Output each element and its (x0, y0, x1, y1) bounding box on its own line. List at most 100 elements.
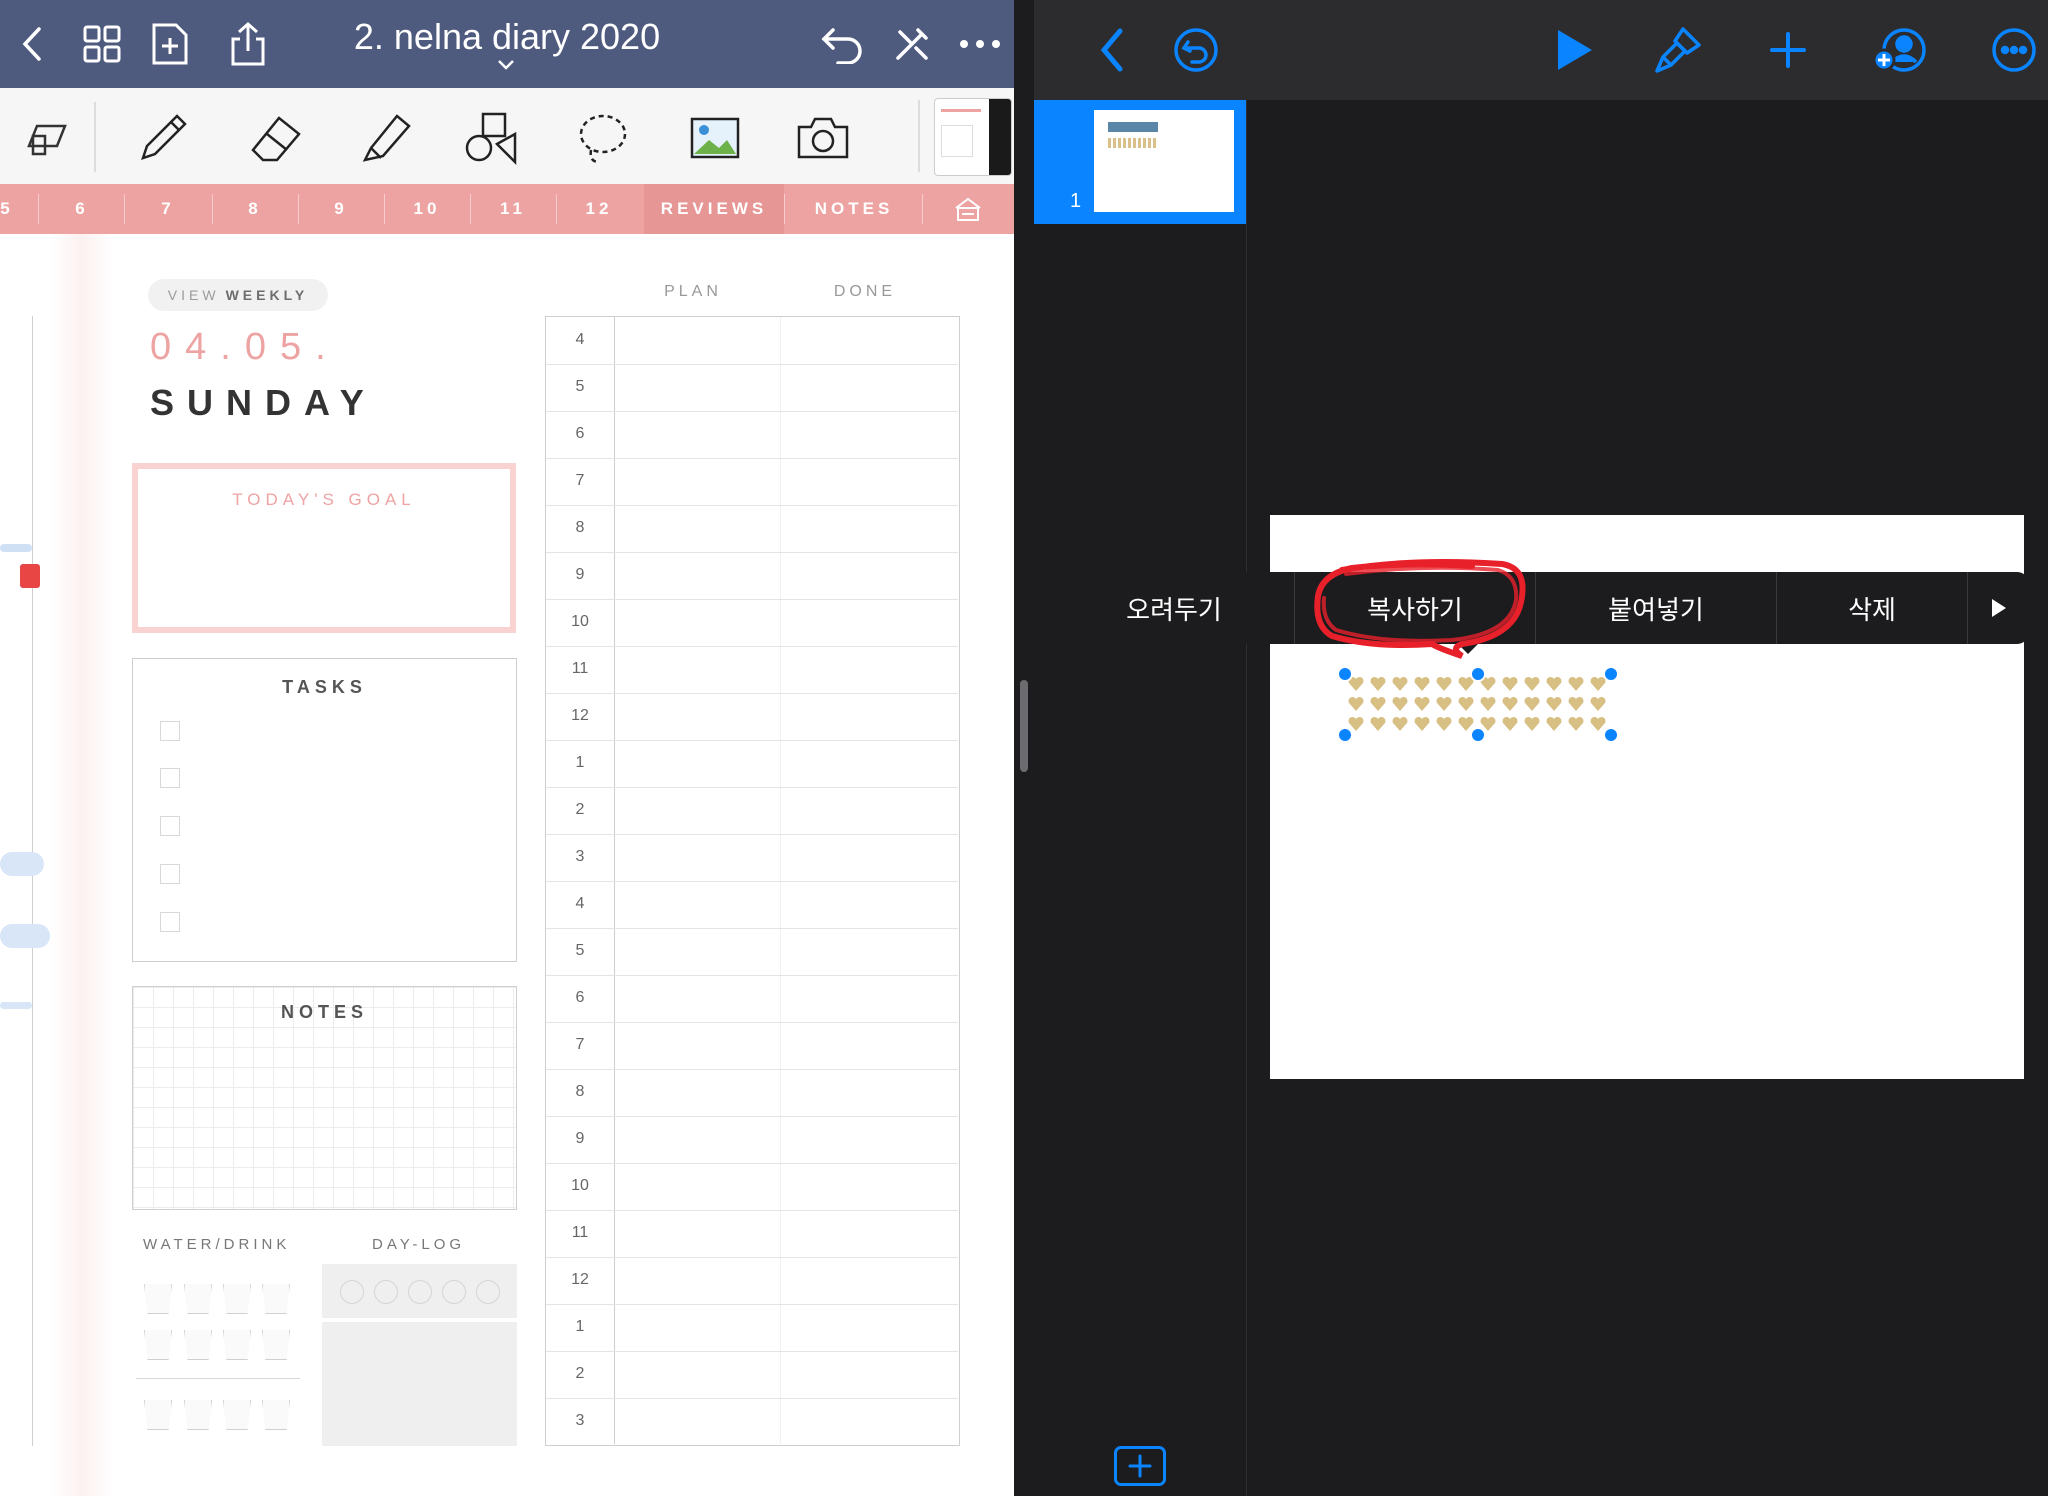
water-cup[interactable] (262, 1330, 290, 1360)
home-tab-icon[interactable] (924, 184, 1012, 234)
selection-handle[interactable] (1470, 727, 1486, 743)
tab-reviews[interactable]: REVIEWS (644, 184, 784, 234)
read-only-mode-icon[interactable] (16, 108, 78, 168)
slide-thumbnail[interactable] (1094, 110, 1234, 212)
mood-face-icon[interactable] (340, 1280, 364, 1304)
title-chevron-down-icon[interactable] (496, 58, 516, 72)
water-cup[interactable] (144, 1330, 172, 1360)
mood-face-icon[interactable] (374, 1280, 398, 1304)
mood-face-icon[interactable] (442, 1280, 466, 1304)
split-view-handle[interactable] (1020, 680, 1028, 772)
hour-label: 1 (575, 754, 585, 771)
menu-item-delete[interactable]: 삭제 (1777, 572, 1967, 644)
hour-label: 3 (575, 1412, 585, 1429)
task-checkbox[interactable] (160, 768, 180, 788)
menu-item-cut[interactable]: 오려두기 (1054, 572, 1294, 644)
task-checkbox[interactable] (160, 912, 180, 932)
collaborate-icon[interactable] (1868, 18, 1932, 82)
selection-handle[interactable] (1337, 666, 1353, 682)
grid-view-icon[interactable] (72, 14, 132, 74)
todays-goal-box[interactable] (132, 463, 516, 633)
water-cup[interactable] (144, 1284, 172, 1314)
tab-notes[interactable]: NOTES (786, 184, 922, 234)
hour-label: 11 (571, 660, 589, 677)
hour-label: 9 (575, 566, 585, 583)
task-checkbox[interactable] (160, 864, 180, 884)
lasso-tool-icon[interactable] (572, 108, 634, 168)
red-highlight-scribble (1314, 559, 1526, 659)
view-weekly-pill[interactable]: VIEW WEEKLY (148, 279, 328, 311)
tab-month-11[interactable]: 11 (470, 184, 556, 234)
water-cup[interactable] (184, 1330, 212, 1360)
selection-handle[interactable] (1603, 727, 1619, 743)
highlighter-tool-icon[interactable] (354, 108, 416, 168)
tab-month-10[interactable]: 10 (384, 184, 470, 234)
view-pill-weekly: WEEKLY (225, 287, 309, 303)
image-tool-icon[interactable] (684, 108, 746, 168)
hour-label: 3 (575, 848, 585, 865)
edit-context-menu: 오려두기 복사하기 붙여넣기 삭제 (1054, 572, 2029, 644)
day-log-title: DAY-LOG (372, 1236, 466, 1253)
more-circle-icon[interactable] (1982, 18, 2046, 82)
tab-month-5[interactable]: 5 (0, 184, 22, 234)
undo-circle-icon[interactable] (1164, 18, 1228, 82)
toolbar-divider (94, 102, 96, 172)
tab-month-9[interactable]: 9 (298, 184, 384, 234)
menu-item-paste[interactable]: 붙여넣기 (1536, 572, 1776, 644)
back-chevron-icon[interactable] (2, 14, 62, 74)
hour-label: 12 (571, 707, 589, 724)
more-icon[interactable] (950, 14, 1010, 74)
add-slide-button[interactable] (1114, 1446, 1166, 1486)
slide-navigator (1034, 100, 1247, 1496)
done-column-header: DONE (833, 283, 897, 300)
page-thumbnail-preview[interactable] (934, 98, 1012, 176)
tab-month-8[interactable]: 8 (212, 184, 298, 234)
hour-row-divider (546, 928, 958, 929)
eraser-tool-icon[interactable] (244, 108, 306, 168)
water-cup[interactable] (223, 1400, 251, 1430)
mood-face-icon[interactable] (408, 1280, 432, 1304)
water-cup[interactable] (223, 1330, 251, 1360)
water-cup[interactable] (184, 1284, 212, 1314)
water-cup[interactable] (262, 1400, 290, 1430)
selection-handle[interactable] (1470, 666, 1486, 682)
hour-row-divider (546, 1163, 958, 1164)
back-chevron-icon[interactable] (1080, 18, 1144, 82)
play-icon[interactable] (1542, 18, 1606, 82)
notes-toolbar (0, 88, 1014, 185)
hour-label: 11 (571, 1224, 589, 1241)
notes-nav-bar: 2. nelna diary 2020 (0, 0, 1014, 88)
hour-label: 6 (575, 425, 585, 442)
task-checkbox[interactable] (160, 816, 180, 836)
hour-row-divider (546, 881, 958, 882)
tool-toggle-icon[interactable] (882, 14, 942, 74)
hour-label: 2 (575, 801, 585, 818)
add-icon[interactable] (1756, 18, 1820, 82)
add-page-icon[interactable] (140, 14, 200, 74)
task-checkbox[interactable] (160, 721, 180, 741)
water-cup[interactable] (184, 1400, 212, 1430)
pen-tool-icon[interactable] (132, 108, 194, 168)
hour-row-divider (546, 1069, 958, 1070)
water-cup[interactable] (262, 1284, 290, 1314)
share-icon[interactable] (218, 14, 278, 74)
notes-title: NOTES (280, 1002, 368, 1022)
hour-row-divider (546, 693, 958, 694)
undo-icon[interactable] (812, 14, 872, 74)
hour-label: 1 (575, 1318, 585, 1335)
document-title[interactable]: 2. nelna diary 2020 (300, 16, 714, 58)
water-cup[interactable] (223, 1284, 251, 1314)
tasks-box (132, 658, 517, 962)
selection-handle[interactable] (1603, 666, 1619, 682)
tab-month-6[interactable]: 6 (40, 184, 124, 234)
mood-face-icon[interactable] (476, 1280, 500, 1304)
camera-tool-icon[interactable] (792, 108, 854, 168)
tab-month-7[interactable]: 7 (126, 184, 210, 234)
tab-month-12[interactable]: 12 (556, 184, 642, 234)
hour-row-divider (546, 1257, 958, 1258)
format-brush-icon[interactable] (1646, 18, 1710, 82)
menu-more-arrow-icon[interactable] (1968, 572, 2029, 644)
water-cup[interactable] (144, 1400, 172, 1430)
shapes-tool-icon[interactable] (460, 108, 522, 168)
selection-handle[interactable] (1337, 727, 1353, 743)
